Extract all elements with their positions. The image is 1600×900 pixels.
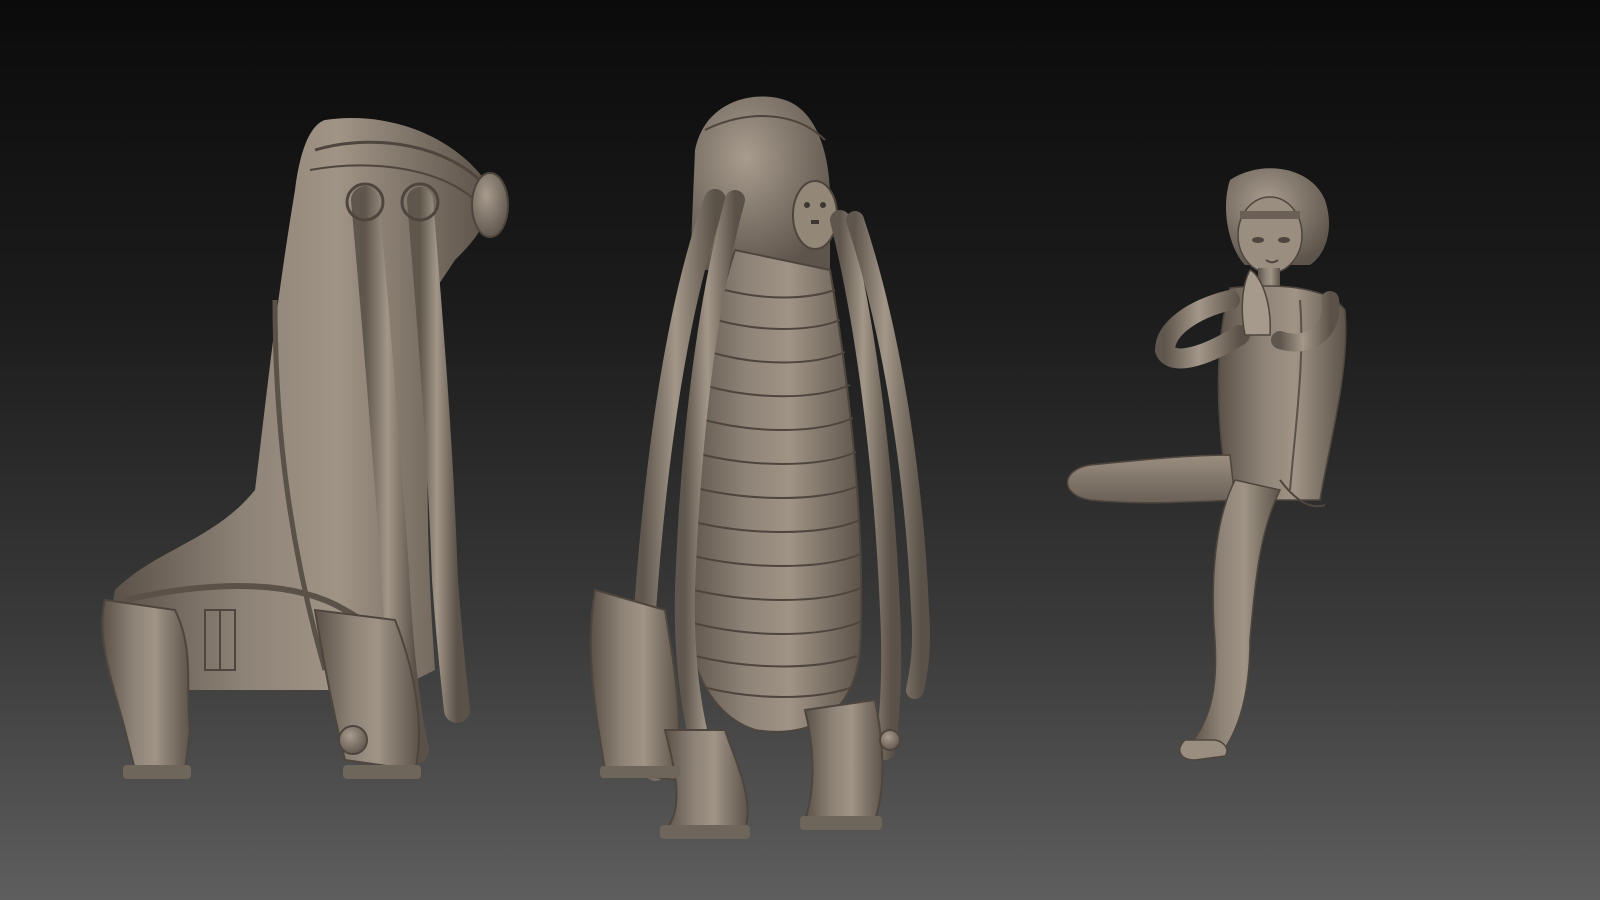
girl-hanging-leg xyxy=(1188,479,1282,756)
creature-side-view xyxy=(95,110,525,800)
creature-side-back-leg xyxy=(101,598,192,771)
creature-side-face xyxy=(471,172,509,238)
creature-front-left-leg xyxy=(589,588,681,782)
creature-front-right-leg xyxy=(803,698,884,821)
creature-front-view xyxy=(585,90,945,850)
creature-front-mid-leg xyxy=(662,729,749,831)
creature-front-face xyxy=(792,180,838,250)
girl-foot xyxy=(1179,739,1228,761)
render-viewport xyxy=(0,0,1600,900)
seated-girl xyxy=(1060,160,1380,780)
girl-crossed-leg xyxy=(1066,454,1236,504)
